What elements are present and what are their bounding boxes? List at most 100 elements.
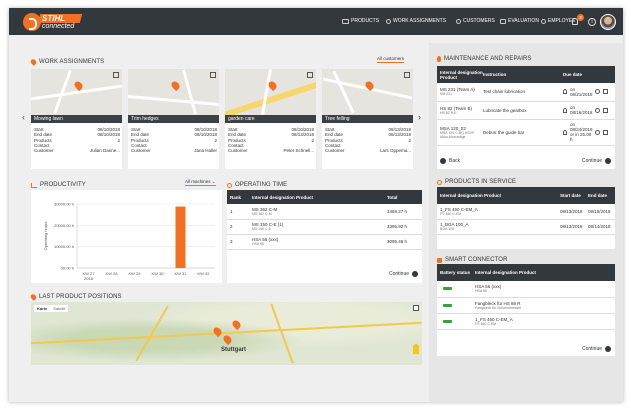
nav-customers[interactable]: CUSTOMERS [456,18,495,24]
avatar[interactable] [600,14,616,30]
productivity-card: 30000.00 h 20000.00 h 10000.00 h 00.00 h Ope… [31,190,222,283]
calendar-icon[interactable] [603,89,608,95]
truck-icon [342,18,349,24]
link-label: Continue [581,158,602,164]
brand-name: STIHL [42,14,66,23]
customer-filter[interactable]: All customers [377,56,405,63]
table-header: Rank Internal designation Product Total [227,190,422,204]
section-title: MAINTENANCE AND REPAIRS [444,56,532,62]
map-tab-satellit[interactable]: Satellit [50,305,68,312]
assignment-name: Trim hedges [128,115,219,123]
table-row[interactable]: HSA 56 (xxx) HSA 56 [437,281,615,297]
back-link[interactable]: Back [440,158,460,164]
continue-link[interactable]: Continue [582,346,611,352]
assignment-map [225,69,316,115]
user-icon [563,89,567,95]
table-row[interactable]: 1_BGA 100_A BGA 100 08/13/2018 08/14/2018 [437,219,615,234]
battery-icon [443,303,452,307]
table-row[interactable]: 1_FS 460 C-EM_A FS 460 C-EM [437,313,615,329]
positions-header: LAST PRODUCT POSITIONS [29,293,122,301]
section-title: PRODUCTIVITY [40,182,86,188]
filter-label: All machines [185,179,211,184]
y-tick-label: 00.00 h [61,266,74,271]
assignment-card[interactable]: Tree felling Start 08/13/2018 End date 08/… [322,69,413,169]
expand-icon[interactable] [307,72,313,78]
nav-evaluation[interactable]: EVALUATION [500,18,539,24]
section-title: PRODUCTS IN SERVICE [445,179,517,185]
x-tick-label: KW 29 [128,271,141,276]
positions-map[interactable]: Karte Satellit Stuttgart [31,302,422,365]
expand-icon[interactable] [404,72,410,78]
productivity-chart: 30000.00 h 20000.00 h 10000.00 h 00.00 h Ope… [43,202,215,281]
x-tick-label: KW 32 [197,271,210,276]
brand-sub: connected [42,23,75,30]
operating-time-card: Rank Internal designation Product Total … [227,190,422,283]
map-tab-karte[interactable]: Karte [34,305,50,312]
chart-bar [175,206,186,268]
machine-filter[interactable]: All machines ⌄ [185,179,216,186]
info-icon[interactable]: i [588,18,596,26]
user-icon [563,129,567,135]
user-icon [456,18,461,24]
street-view-icon[interactable] [413,344,419,354]
check-icon[interactable] [595,129,600,135]
chevron-left-icon[interactable]: ‹ [22,112,25,122]
calendar-icon[interactable] [603,129,608,135]
user-icon [541,18,546,24]
bar-chart-icon [31,182,37,188]
continue-link[interactable]: Continue [389,271,418,277]
calendar-icon[interactable] [603,107,608,113]
continue-link[interactable]: Continue [582,158,611,164]
table-row[interactable]: 3 HSA 56 (xxx) HSA 56 3095.46 h [227,234,422,249]
x-tick-label: KW 31 [174,271,187,276]
y-tick-label: 20000.00 h [54,223,74,228]
pin-icon [29,58,38,66]
chart-icon [500,18,506,24]
expand-icon[interactable] [113,72,119,78]
nav-label: PRODUCTS [351,18,380,24]
chevron-right-icon[interactable]: › [418,112,421,122]
user-icon [563,107,567,113]
table-row[interactable]: 1 MS 362 C-M MS 362 C-M 3469.27 h [227,204,422,219]
map-type-toggle[interactable]: Karte Satellit [34,305,69,312]
table-header: Internal designation Product Start date … [437,187,615,204]
expand-icon[interactable] [210,72,216,78]
app-window: STIHL connected PRODUCTS WORK ASSIGNMENT… [9,8,623,402]
nav-employee[interactable]: EMPLOYEE [541,18,576,24]
table-row[interactable]: MS 231 (Team A) MS 231 Test chain lubrica… [437,83,615,101]
assignment-card[interactable]: Mowing lawn Start 08/10/2018 End date 08/1… [31,69,122,169]
clock-icon [227,182,232,188]
table-row[interactable]: 2 MS 150 C-E (1) MS 150 C-E 3395.92 h [227,219,422,234]
nav-label: WORK ASSIGNMENTS [393,18,447,24]
in-service-card: Internal designation Product Start date … [437,187,615,249]
arrow-right-icon [605,158,611,164]
brand-logo[interactable]: STIHL [37,14,83,23]
expand-icon[interactable] [413,305,419,311]
table-row[interactable]: Fangbleck für HS 86 R Fangbleck für Schne… [437,297,615,313]
nav-work-assignments[interactable]: WORK ASSIGNMENTS [386,18,446,24]
nav-products[interactable]: PRODUCTS [342,18,379,24]
table-row[interactable]: 1_FS 460 C-EM_A FS 460 C-EM 08/13/2018 08… [437,204,615,219]
table-header: Battery status Internal designation Prod… [437,264,615,281]
assignment-map [31,69,122,115]
smart-connector-card: Battery status Internal designation Prod… [437,264,615,356]
assignment-name: Tree felling [322,115,413,123]
assignment-map [128,69,219,115]
arrow-right-icon [605,346,611,352]
section-title: WORK ASSIGNMENTS [39,59,105,65]
check-icon[interactable] [595,89,600,95]
service-icon [437,179,442,185]
top-bar: STIHL connected PRODUCTS WORK ASSIGNMENT… [9,8,623,35]
table-row[interactable]: HS 82 (Team B) HS 82 R-E Lubricate the ge… [437,101,615,119]
nav-label: CUSTOMERS [463,18,495,24]
check-icon[interactable] [595,107,600,113]
assignment-name: garden care [225,115,316,123]
battery-icon [443,319,452,323]
work-assignments-header: WORK ASSIGNMENTS [29,58,105,66]
notification-badge: 3 [577,14,584,21]
y-tick-label: 10000.00 h [54,244,74,249]
table-row[interactable]: MSA 120_03 MSA 120 C-BQ HSVP Akku-Motorsä… [437,119,615,145]
assignment-card[interactable]: garden care Start 08/10/2018 End date 08/1… [225,69,316,169]
assignment-card[interactable]: Trim hedges Start 08/10/2018 End date 08/1… [128,69,219,169]
pin-icon [386,18,391,24]
